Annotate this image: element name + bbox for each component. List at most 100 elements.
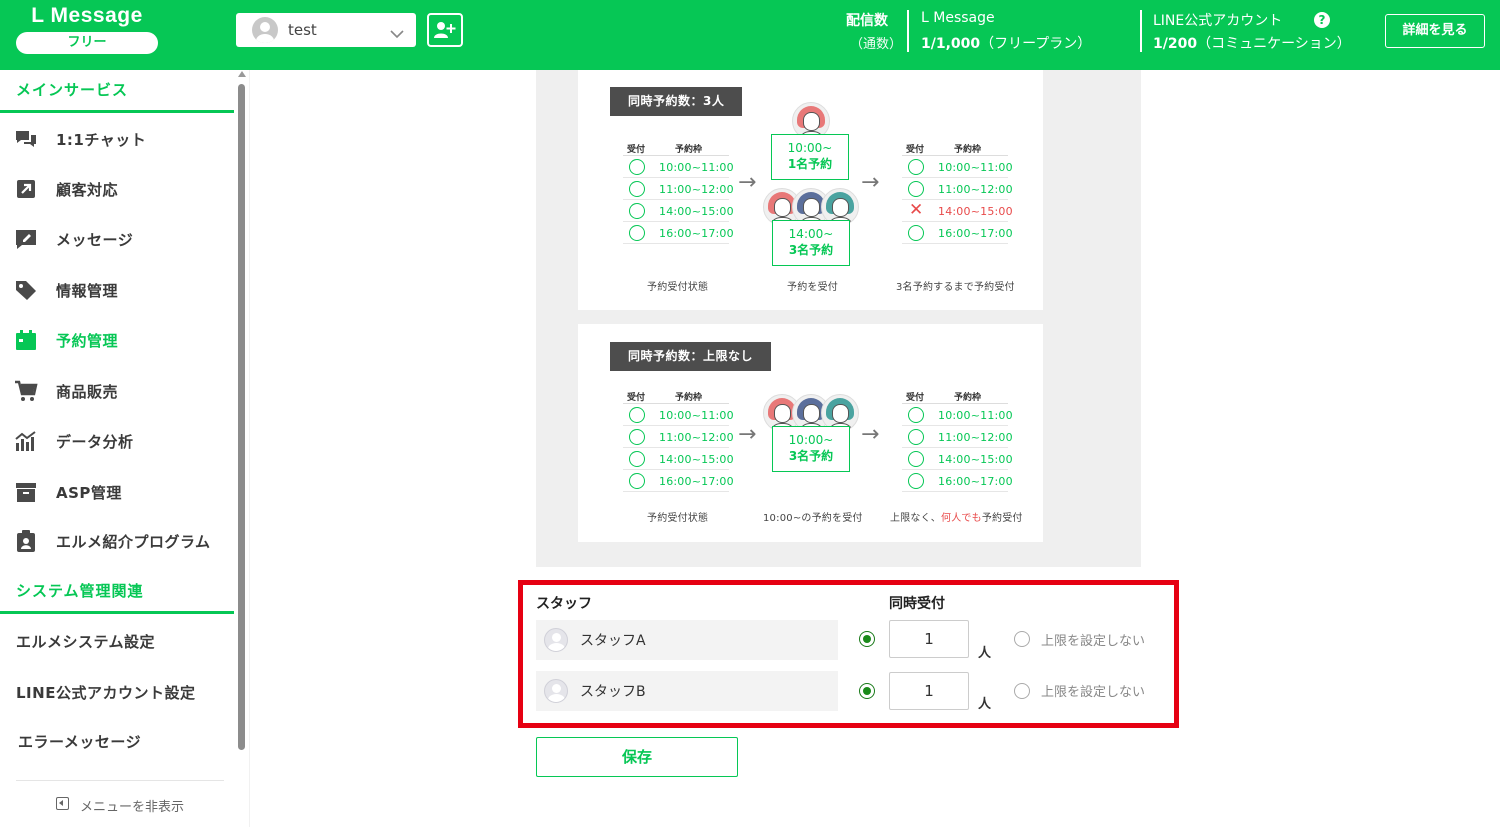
sidebar-item-info[interactable]: 情報管理 <box>0 268 234 312</box>
table-row: 16:00~17:00 <box>902 470 1013 492</box>
sidebar-item-reservation[interactable]: 予約管理 <box>0 318 234 362</box>
sidebar-item-customer[interactable]: 顧客対応 <box>0 167 234 211</box>
available-icon <box>629 451 645 467</box>
no-limit-label[interactable]: 上限を設定しない <box>1041 630 1145 649</box>
sidebar-item-message[interactable]: メッセージ <box>0 217 234 261</box>
staff-name: スタッフB <box>580 684 646 700</box>
slot-time: 16:00~17:00 <box>659 475 734 488</box>
save-button[interactable]: 保存 <box>536 737 738 777</box>
scroll-up-arrow[interactable] <box>238 71 246 77</box>
sidebar-item-chat[interactable]: 1:1チャット <box>0 117 234 161</box>
line-count: 1/200 <box>1153 36 1198 52</box>
slot-table-before: 受付 予約枠 10:00~11:00 11:00~12:00 14:00~15:0… <box>623 140 734 244</box>
archive-icon <box>16 483 36 502</box>
booking-count: 3名予約 <box>788 243 834 257</box>
slot-time: 11:00~12:00 <box>938 431 1013 444</box>
section-divider <box>0 611 234 614</box>
lmessage-title: L Message <box>921 10 995 26</box>
system-section-heading: システム管理関連 <box>16 582 144 600</box>
sidebar-item-label: データ分析 <box>56 433 134 451</box>
staff-row: スタッフB <box>536 671 838 711</box>
slot-time: 10:00~11:00 <box>659 409 734 422</box>
slot-time: 10:00~11:00 <box>659 161 734 174</box>
scrollbar-thumb[interactable] <box>238 84 245 750</box>
table-row: 16:00~17:00 <box>623 222 734 244</box>
diagram-card-limit-3: 同時予約数：3人 受付 予約枠 10:00~11:00 11:00~12:00 1… <box>578 70 1043 310</box>
table-row: 10:00~11:00 <box>902 156 1013 178</box>
table-row: 10:00~11:00 <box>902 404 1013 426</box>
staff-name: スタッフA <box>580 633 646 649</box>
sidebar-item-error-messages[interactable]: エラーメッセージ <box>18 731 141 752</box>
avatar <box>544 679 568 703</box>
available-icon <box>908 473 924 489</box>
detail-button[interactable]: 詳細を見る <box>1385 14 1485 48</box>
chevron-down-icon <box>390 24 404 43</box>
sidebar-item-label: 1:1チャット <box>56 131 147 149</box>
divider <box>1140 10 1142 52</box>
hide-menu-label: メニューを非表示 <box>80 800 185 815</box>
add-user-button[interactable] <box>427 13 463 47</box>
booking-count: 1名予約 <box>787 157 833 171</box>
top-header: L Message フリー test 配信数 （通数） L Message 1/… <box>0 0 1500 70</box>
table-row: 16:00~17:00 <box>623 470 734 492</box>
concurrent-count-input[interactable]: 1 <box>889 620 969 658</box>
caption: 予約を受付 <box>787 282 838 293</box>
no-limit-radio[interactable] <box>1014 683 1030 699</box>
sidebar-item-analytics[interactable]: データ分析 <box>0 419 234 463</box>
booking-count: 3名予約 <box>788 449 834 463</box>
sidebar-item-asp[interactable]: ASP管理 <box>0 470 234 514</box>
table-header: 受付 予約枠 <box>623 140 729 156</box>
logo[interactable]: L Message フリー <box>16 4 158 54</box>
slot-time: 16:00~17:00 <box>659 227 734 240</box>
available-icon <box>629 225 645 241</box>
calendar-icon <box>16 330 36 350</box>
tag-icon <box>16 281 36 300</box>
help-icon[interactable]: ? <box>1314 12 1330 28</box>
chart-icon <box>15 431 36 451</box>
divider <box>907 10 909 52</box>
available-icon <box>629 203 645 219</box>
sidebar-scrollbar[interactable] <box>236 70 248 760</box>
arrow-right-icon: → <box>861 170 880 195</box>
account-select[interactable]: test <box>236 13 416 47</box>
slot-time: 14:00~15:00 <box>938 453 1013 466</box>
sidebar-item-line-settings[interactable]: LINE公式アカウント設定 <box>16 682 195 703</box>
available-icon <box>908 407 924 423</box>
hide-menu-button[interactable]: メニューを非表示 <box>16 780 224 827</box>
no-limit-label[interactable]: 上限を設定しない <box>1041 681 1145 700</box>
booking-box: 10:00~ 1名予約 <box>771 134 849 180</box>
diagram-card-no-limit: 同時予約数：上限なし 受付 予約枠 10:00~11:00 11:00~12:00… <box>578 324 1043 542</box>
caption-highlight: 何人でも <box>941 513 982 524</box>
table-row: 11:00~12:00 <box>902 426 1013 448</box>
no-limit-radio[interactable] <box>1014 631 1030 647</box>
section-divider <box>0 110 234 113</box>
slot-time: 14:00~15:00 <box>938 205 1013 218</box>
table-row: 11:00~12:00 <box>623 178 734 200</box>
available-icon <box>629 429 645 445</box>
avatar <box>544 628 568 652</box>
booking-box: 10:00~ 3名予約 <box>772 426 850 472</box>
diagram-badge: 同時予約数：上限なし <box>610 342 772 371</box>
arrow-box-icon <box>17 180 35 198</box>
table-row: 14:00~15:00 <box>623 200 734 222</box>
sidebar-item-label: 顧客対応 <box>56 181 119 199</box>
limit-radio[interactable] <box>859 631 875 647</box>
slot-time: 10:00~11:00 <box>938 409 1013 422</box>
sidebar-item-system-settings[interactable]: エルメシステム設定 <box>16 631 155 652</box>
sidebar-item-label: 予約管理 <box>56 332 119 350</box>
sidebar-item-sales[interactable]: 商品販売 <box>0 369 234 413</box>
table-row: 11:00~12:00 <box>623 426 734 448</box>
col-slot: 予約枠 <box>954 145 982 155</box>
limit-radio[interactable] <box>859 683 875 699</box>
line-plan: （コミュニケーション） <box>1197 36 1351 52</box>
available-icon <box>629 407 645 423</box>
diagram-badge: 同時予約数：3人 <box>610 87 743 116</box>
slot-time: 14:00~15:00 <box>659 453 734 466</box>
concurrent-count-input[interactable]: 1 <box>889 672 969 710</box>
chat-icon <box>16 131 36 147</box>
delivery-sub: （通数） <box>850 37 903 52</box>
col-slot: 予約枠 <box>675 145 703 155</box>
slot-table-before: 受付 予約枠 10:00~11:00 11:00~12:00 14:00~15:0… <box>623 388 734 492</box>
booking-time: 10:00~ <box>787 141 833 155</box>
sidebar-item-referral[interactable]: エルメ紹介プログラム <box>0 519 234 563</box>
